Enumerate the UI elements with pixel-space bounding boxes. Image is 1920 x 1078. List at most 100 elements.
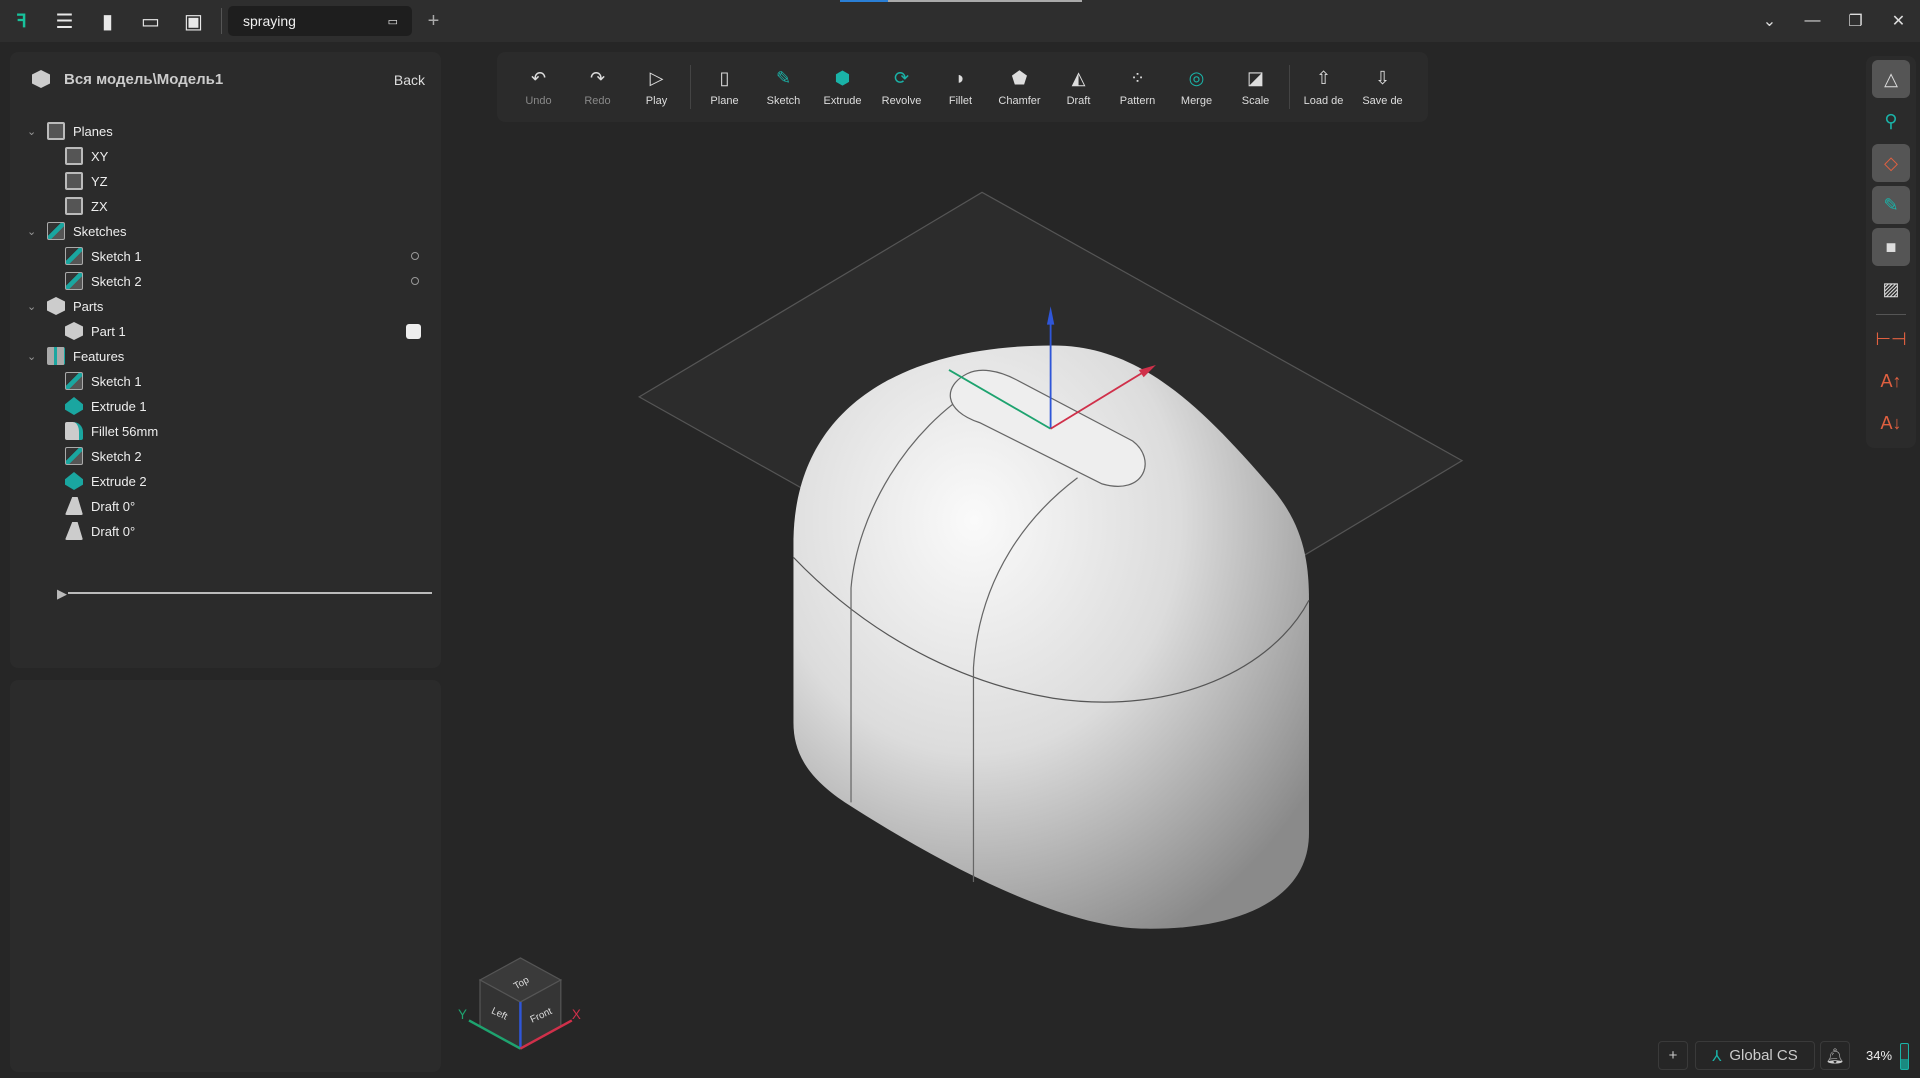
pattern-icon: ⁘ <box>1129 67 1146 88</box>
tree-item[interactable]: Sketch 1 <box>65 244 441 268</box>
sketch-icon <box>65 372 83 390</box>
zoom-level: 34% <box>1866 1048 1893 1063</box>
redo-button[interactable]: ↷ Redo <box>568 67 627 108</box>
extrude-icon: ⬢ <box>834 67 851 88</box>
tree-item-label: Sketches <box>73 223 127 239</box>
draft-icon <box>65 522 83 540</box>
add-button[interactable]: + <box>1658 1041 1688 1070</box>
chevron-down-icon[interactable]: ⌄ <box>27 300 36 313</box>
back-button[interactable]: Back <box>394 72 425 88</box>
tree-item[interactable]: ZX <box>65 194 441 218</box>
pattern-button[interactable]: ⁘ Pattern <box>1108 67 1167 108</box>
draft-label: Draft <box>1066 95 1091 107</box>
tree-item[interactable]: ⌄ Planes <box>27 119 441 143</box>
tree-item-label: Part 1 <box>91 323 126 339</box>
tree-item[interactable]: Extrude 2 <box>65 469 441 493</box>
plane-icon: ▯ <box>719 67 730 88</box>
draft-icon: ◭ <box>1071 67 1086 88</box>
play-label: Play <box>645 95 668 107</box>
sketch-visibility-icon[interactable]: △ <box>1872 60 1910 98</box>
sketch-icon: ✎ <box>775 67 792 88</box>
tree-item[interactable]: ⌄ Features <box>27 344 441 368</box>
part-icon <box>47 297 65 315</box>
sketch-button[interactable]: ✎ Sketch <box>754 67 813 108</box>
view-cube[interactable]: Top Left Front Y X <box>458 957 581 1050</box>
plane-visibility-icon[interactable]: ◇ <box>1872 144 1910 182</box>
tree-item[interactable]: Sketch 1 <box>65 369 441 393</box>
tree-item-label: Sketch 2 <box>91 448 142 464</box>
sketch-icon <box>65 247 83 265</box>
tree-item[interactable]: YZ <box>65 169 441 193</box>
tree-item[interactable]: Draft 0° <box>65 519 441 543</box>
extrude-button[interactable]: ⬢ Extrude <box>813 67 872 108</box>
chevron-down-icon[interactable]: ⌄ <box>27 350 36 363</box>
save-design-button[interactable]: ⇩ Save de <box>1353 67 1412 108</box>
sketch-label: Sketch <box>766 95 801 107</box>
redo-icon: ↷ <box>589 67 606 88</box>
fillet-label: Fillet <box>948 95 973 107</box>
model-cube-icon <box>32 70 50 88</box>
draft-icon <box>65 497 83 515</box>
play-icon: ▷ <box>649 67 664 88</box>
tree-item-label: Fillet 56mm <box>91 423 159 439</box>
tree-item[interactable]: Fillet 56mm <box>65 419 441 443</box>
section-visibility-icon[interactable]: ▨ <box>1872 270 1910 308</box>
merge-button[interactable]: ◎ Merge <box>1167 67 1226 108</box>
x-label: X <box>572 1007 581 1022</box>
text-size-up-icon[interactable]: A↑ <box>1872 362 1910 400</box>
sketch-edit-visibility-icon[interactable]: ✎ <box>1872 186 1910 224</box>
tree-item[interactable]: Draft 0° <box>65 494 441 518</box>
tree-item-label: Draft 0° <box>91 498 136 514</box>
fillet-icon <box>65 422 83 440</box>
visibility-toggle[interactable] <box>406 323 421 339</box>
merge-icon: ◎ <box>1188 67 1205 88</box>
tree-item[interactable]: Sketch 2 <box>65 444 441 468</box>
text-size-down-icon[interactable]: A↓ <box>1872 404 1910 442</box>
tree-item[interactable]: ⌄ Sketches <box>27 219 441 243</box>
pattern-label: Pattern <box>1119 95 1156 107</box>
undo-button[interactable]: ↶ Undo <box>509 67 568 108</box>
draft-button[interactable]: ◭ Draft <box>1049 67 1108 108</box>
tree-item-label: Parts <box>73 298 104 314</box>
history-rollback-slider[interactable] <box>68 592 432 594</box>
cs-label: Global CS <box>1729 1047 1798 1064</box>
body-visibility-icon[interactable]: ■ <box>1872 228 1910 266</box>
plane-button[interactable]: ▯ Plane <box>695 67 754 108</box>
undo-icon: ↶ <box>530 67 547 88</box>
tree-item-label: XY <box>91 148 109 164</box>
tree-item-label: Sketch 2 <box>91 273 142 289</box>
model-tree-panel: Вся модель\Модель1 Back ⌄ Planes XY YZ ZX ⌄ Sk… <box>10 52 441 668</box>
tree-item-label: Draft 0° <box>91 523 136 539</box>
chevron-down-icon[interactable]: ⌄ <box>27 125 36 138</box>
revolve-icon: ⟳ <box>893 67 910 88</box>
visibility-toggle[interactable] <box>411 252 419 260</box>
tree-item-label: Extrude 2 <box>91 473 147 489</box>
visibility-toggle[interactable] <box>411 277 419 285</box>
tree-item-label: Sketch 1 <box>91 373 142 389</box>
scale-label: Scale <box>1241 95 1270 107</box>
tree-item[interactable]: ⌄ Parts <box>27 294 441 318</box>
tree-item-label: Planes <box>73 123 113 139</box>
tree-item[interactable]: Extrude 1 <box>65 394 441 418</box>
chamfer-button[interactable]: ⬟ Chamfer <box>990 67 1049 108</box>
constraint-visibility-icon[interactable]: ⚲ <box>1872 102 1910 140</box>
dimension-visibility-icon[interactable]: ⊢⊣ <box>1872 320 1910 358</box>
play-button[interactable]: ▷ Play <box>627 67 686 108</box>
tree-item-label: Sketch 1 <box>91 248 142 264</box>
chamfer-label: Chamfer <box>998 95 1041 107</box>
bell-icon[interactable]: 🔔︎ <box>1820 1041 1850 1070</box>
revolve-button[interactable]: ⟳ Revolve <box>872 67 931 108</box>
tree-item[interactable]: Part 1 <box>65 319 441 343</box>
tree-item[interactable]: XY <box>65 144 441 168</box>
coordinate-system-selector[interactable]: ⅄ Global CS <box>1695 1041 1815 1070</box>
chevron-down-icon[interactable]: ⌄ <box>27 225 36 238</box>
fillet-button[interactable]: ◗ Fillet <box>931 67 990 108</box>
tree-item[interactable]: Sketch 2 <box>65 269 441 293</box>
merge-label: Merge <box>1180 95 1213 107</box>
load-button[interactable]: ⇧ Load de <box>1294 67 1353 108</box>
scale-button[interactable]: ◪ Scale <box>1226 67 1285 108</box>
rollback-play-icon[interactable]: ▶ <box>57 586 67 602</box>
sketch-icon <box>47 222 65 240</box>
properties-panel <box>10 680 441 1072</box>
redo-label: Redo <box>584 95 611 107</box>
